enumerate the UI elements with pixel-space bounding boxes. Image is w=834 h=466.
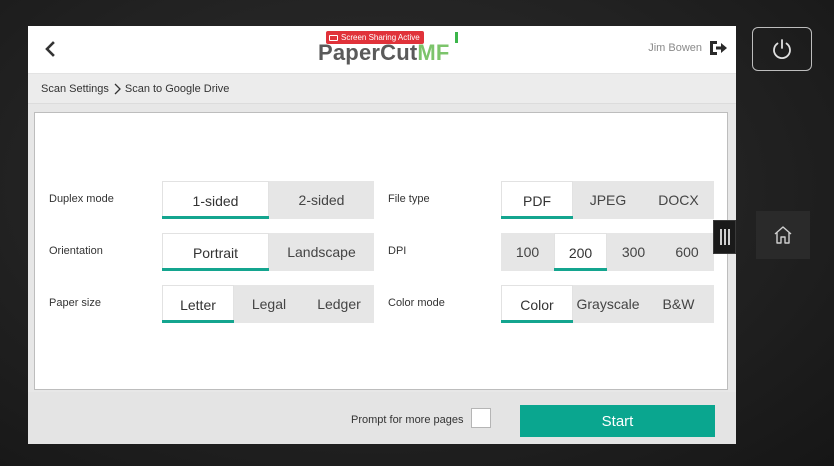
- orientation-selector: Portrait Landscape: [162, 233, 374, 271]
- logout-icon: [710, 41, 727, 55]
- orientation-option-portrait[interactable]: Portrait: [162, 233, 269, 271]
- user-name: Jim Bowen: [648, 42, 702, 54]
- prompt-more-pages-checkbox[interactable]: [471, 408, 491, 428]
- color-option-bw[interactable]: B&W: [643, 285, 714, 323]
- grip-icon: [719, 229, 722, 245]
- printer-screen: Screen Sharing Active PaperCutMF Jim Bow…: [28, 26, 736, 444]
- dpi-option-600[interactable]: 600: [660, 233, 714, 271]
- color-option-grayscale[interactable]: Grayscale: [573, 285, 643, 323]
- duplex-option-1-sided[interactable]: 1-sided: [162, 181, 269, 219]
- content-area: Duplex mode 1-sided 2-sided Orientation …: [28, 104, 736, 392]
- home-icon: [774, 226, 792, 244]
- file-type-option-jpeg[interactable]: JPEG: [573, 181, 643, 219]
- orientation-label: Orientation: [49, 245, 103, 257]
- color-option-color[interactable]: Color: [501, 285, 573, 323]
- side-panel-handle[interactable]: [713, 220, 736, 254]
- screen-sharing-indicator: [455, 32, 458, 43]
- power-icon: [773, 39, 791, 60]
- breadcrumb: Scan Settings Scan to Google Drive: [28, 73, 736, 104]
- file-type-selector: PDF JPEG DOCX: [501, 181, 714, 219]
- papercut-logo: PaperCutMF: [318, 40, 450, 65]
- paper-size-label: Paper size: [49, 297, 101, 309]
- dpi-selector: 100 200 300 600: [501, 233, 714, 271]
- dpi-label: DPI: [388, 245, 407, 257]
- duplex-option-2-sided[interactable]: 2-sided: [269, 181, 374, 219]
- color-mode-selector: Color Grayscale B&W: [501, 285, 714, 323]
- power-button[interactable]: [752, 27, 812, 71]
- dpi-option-200[interactable]: 200: [554, 233, 607, 271]
- orientation-option-landscape[interactable]: Landscape: [269, 233, 374, 271]
- dpi-option-100[interactable]: 100: [501, 233, 554, 271]
- back-button[interactable]: [40, 38, 62, 60]
- color-mode-label: Color mode: [388, 297, 445, 309]
- file-type-option-pdf[interactable]: PDF: [501, 181, 573, 219]
- breadcrumb-scan-settings[interactable]: Scan Settings: [41, 83, 109, 95]
- paper-option-letter[interactable]: Letter: [162, 285, 234, 323]
- settings-panel: Duplex mode 1-sided 2-sided Orientation …: [34, 112, 728, 390]
- chevron-left-icon: [45, 41, 55, 57]
- chevron-right-icon: [113, 83, 122, 95]
- footer: Prompt for more pages Start: [28, 392, 736, 444]
- home-button[interactable]: [756, 211, 810, 259]
- logout-button[interactable]: [708, 39, 728, 57]
- duplex-mode-selector: 1-sided 2-sided: [162, 181, 374, 219]
- duplex-mode-label: Duplex mode: [49, 193, 114, 205]
- header: Screen Sharing Active PaperCutMF Jim Bow…: [28, 26, 736, 73]
- file-type-label: File type: [388, 193, 430, 205]
- dpi-option-300[interactable]: 300: [607, 233, 660, 271]
- prompt-more-pages-label: Prompt for more pages: [351, 414, 464, 426]
- paper-size-selector: Letter Legal Ledger: [162, 285, 374, 323]
- file-type-option-docx[interactable]: DOCX: [643, 181, 714, 219]
- breadcrumb-current: Scan to Google Drive: [124, 82, 230, 95]
- start-button[interactable]: Start: [520, 405, 715, 437]
- paper-option-legal[interactable]: Legal: [234, 285, 304, 323]
- paper-option-ledger[interactable]: Ledger: [304, 285, 374, 323]
